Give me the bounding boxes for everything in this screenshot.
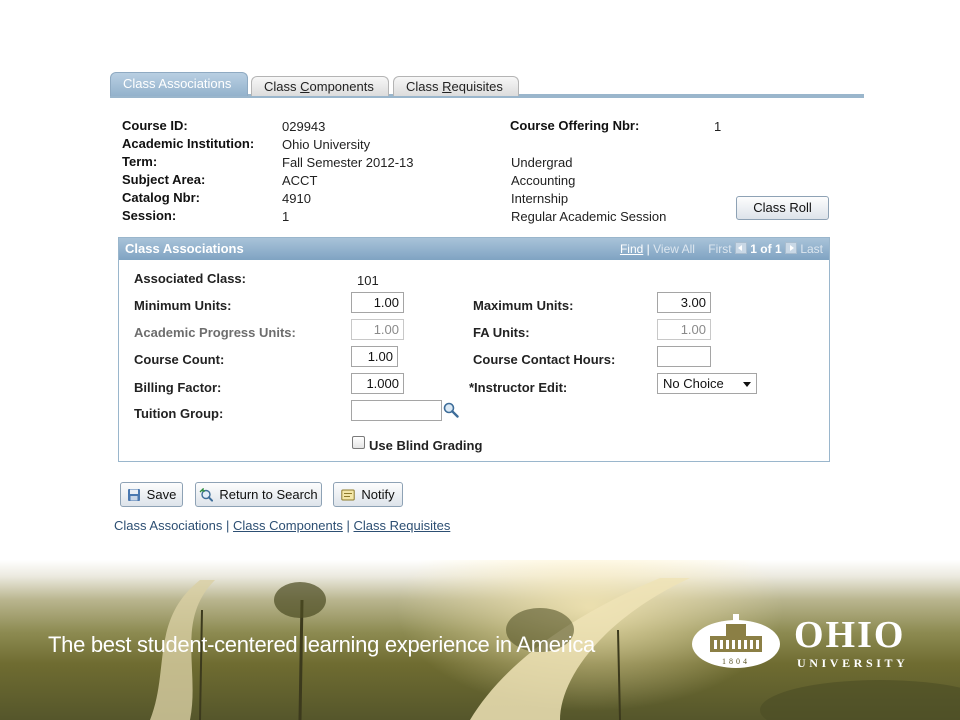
course-count-label: Course Count:	[134, 352, 225, 367]
first-link: First	[708, 242, 732, 256]
course-id-label: Course ID:	[122, 118, 188, 133]
link-separator: |	[226, 518, 230, 533]
course-id-value: 029943	[282, 119, 326, 134]
save-button[interactable]: Save	[120, 482, 183, 507]
seal-year: 1804	[722, 657, 750, 666]
maximum-units-input[interactable]: 3.00	[657, 292, 711, 313]
notify-button[interactable]: Notify	[333, 482, 403, 507]
associated-class-value: 101	[357, 273, 379, 288]
course-contact-hours-label: Course Contact Hours:	[473, 352, 616, 367]
minimum-units-label: Minimum Units:	[134, 298, 232, 313]
page-tabs: Class Associations Class Components Clas…	[110, 72, 864, 98]
university-tagline: The best student-centered learning exper…	[48, 632, 595, 657]
subject-area-label: Subject Area:	[122, 172, 206, 187]
return-to-search-label: Return to Search	[219, 487, 318, 502]
search-icon[interactable]	[443, 402, 459, 418]
course-count-input[interactable]: 1.00	[351, 346, 398, 367]
panel-title: Class Associations	[125, 241, 244, 256]
instructor-edit-label: *Instructor Edit:	[469, 380, 568, 395]
class-requisites-link[interactable]: Class Requisites	[354, 518, 451, 533]
view-all-link: View All	[653, 242, 695, 256]
subject-area-description: Accounting	[511, 173, 576, 188]
tuition-group-label: Tuition Group:	[134, 406, 224, 421]
nav-separator: |	[646, 242, 650, 256]
term-label: Term:	[122, 154, 158, 169]
tab-class-associations[interactable]: Class Associations	[110, 72, 248, 96]
fa-units-label: FA Units:	[473, 325, 530, 340]
ohio-wordmark: OHIO	[794, 614, 906, 656]
academic-progress-units-label: Academic Progress Units:	[134, 325, 296, 340]
return-to-search-button[interactable]: Return to Search	[195, 482, 322, 507]
link-separator: |	[346, 518, 350, 533]
page-link-bar: Class Associations | Class Components | …	[114, 518, 450, 533]
blind-grading-checkbox[interactable]	[352, 436, 365, 449]
tab-class-requisites[interactable]: Class Requisites	[393, 76, 519, 96]
term-value: Fall Semester 2012-13	[282, 155, 414, 170]
notify-icon	[341, 489, 356, 501]
tab-label: Class Associations	[123, 76, 232, 91]
row-count: 1 of 1	[750, 242, 782, 256]
associated-class-label: Associated Class:	[134, 271, 246, 286]
previous-arrow-icon	[734, 242, 747, 254]
tab-label: Class	[264, 79, 301, 94]
course-contact-hours-input[interactable]	[657, 346, 711, 367]
tab-label-accesskey: R	[442, 79, 452, 94]
find-link[interactable]: Find	[620, 242, 643, 256]
next-arrow-icon	[784, 242, 797, 254]
career-value: Undergrad	[511, 155, 573, 170]
billing-factor-label: Billing Factor:	[134, 380, 222, 395]
fa-units-input: 1.00	[657, 319, 711, 340]
university-wordmark: UNIVERSITY	[797, 656, 909, 670]
tuition-group-input[interactable]	[351, 400, 442, 421]
maximum-units-label: Maximum Units:	[473, 298, 574, 313]
class-components-link[interactable]: Class Components	[233, 518, 343, 533]
minimum-units-input[interactable]: 1.00	[351, 292, 404, 313]
footer-banner-photo: The best student-centered learning exper…	[0, 560, 960, 720]
institution-label: Academic Institution:	[122, 136, 255, 151]
instructor-edit-select[interactable]: No Choice	[657, 373, 757, 394]
catalog-nbr-label: Catalog Nbr:	[122, 190, 200, 205]
tab-label: equisites	[451, 79, 503, 94]
current-page-link: Class Associations	[114, 518, 223, 533]
session-value: 1	[282, 209, 290, 224]
grid-navigation: Find | View All First 1 of 1 Last	[620, 238, 823, 260]
academic-progress-units-input: 1.00	[351, 319, 404, 340]
last-link: Last	[800, 242, 823, 256]
instructor-edit-value: No Choice	[663, 376, 724, 391]
session-description: Regular Academic Session	[511, 209, 667, 224]
course-offering-value: 1	[714, 119, 722, 134]
floppy-disk-icon	[127, 489, 140, 501]
course-offering-label: Course Offering Nbr:	[510, 118, 640, 133]
return-search-icon	[199, 488, 214, 502]
tab-label: omponents	[309, 79, 374, 94]
session-label: Session:	[122, 208, 177, 223]
blind-grading-label: Use Blind Grading	[369, 438, 483, 453]
save-label: Save	[146, 487, 177, 502]
institution-value: Ohio University	[282, 137, 371, 152]
billing-factor-input[interactable]: 1.000	[351, 373, 404, 394]
chevron-down-icon	[743, 382, 751, 391]
tab-label: Class	[406, 79, 443, 94]
tab-class-components[interactable]: Class Components	[251, 76, 389, 96]
catalog-description: Internship	[511, 191, 569, 206]
panel-header: Class Associations Find | View All First…	[119, 238, 829, 260]
notify-label: Notify	[361, 487, 395, 502]
tab-label-accesskey: C	[300, 79, 310, 94]
ohio-university-seal-logo: 1804	[692, 614, 780, 668]
subject-area-value: ACCT	[282, 173, 318, 188]
catalog-nbr-value: 4910	[282, 191, 311, 206]
class-roll-button[interactable]: Class Roll	[736, 196, 829, 220]
